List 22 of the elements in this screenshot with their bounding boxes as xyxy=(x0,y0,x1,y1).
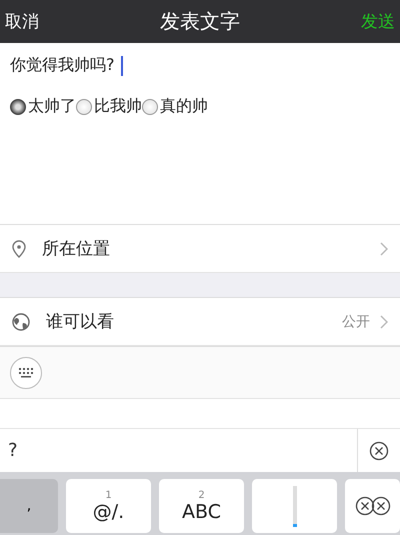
clear-icon xyxy=(369,440,389,460)
keyboard-key[interactable]: 1 @/. xyxy=(66,479,151,533)
delete-icon xyxy=(354,496,390,516)
radio-option[interactable]: 太帅了 xyxy=(10,96,76,117)
chevron-icon xyxy=(380,314,388,328)
keyboard-icon xyxy=(18,368,34,378)
radio-option[interactable]: 比我帅 xyxy=(76,96,142,117)
cancel-button[interactable]: 取消 xyxy=(5,10,39,33)
keyboard-key[interactable]: 2 ABC xyxy=(159,479,244,533)
candidate-text[interactable]: ? xyxy=(8,440,18,461)
comma-key[interactable]: , xyxy=(0,479,58,533)
send-button[interactable]: 发送 xyxy=(361,10,395,33)
globe-icon xyxy=(12,312,30,330)
post-text[interactable]: 你觉得我帅吗? xyxy=(10,55,114,76)
delete-key[interactable] xyxy=(345,479,400,533)
keyboard-button[interactable] xyxy=(10,356,42,388)
page-title: 发表文字 xyxy=(160,8,240,35)
text-cursor xyxy=(120,56,122,76)
chevron-icon xyxy=(380,242,388,256)
radio-option[interactable]: 真的帅 xyxy=(142,96,208,117)
location-pin-icon xyxy=(12,240,26,258)
visibility-value: 公开 xyxy=(342,312,370,330)
